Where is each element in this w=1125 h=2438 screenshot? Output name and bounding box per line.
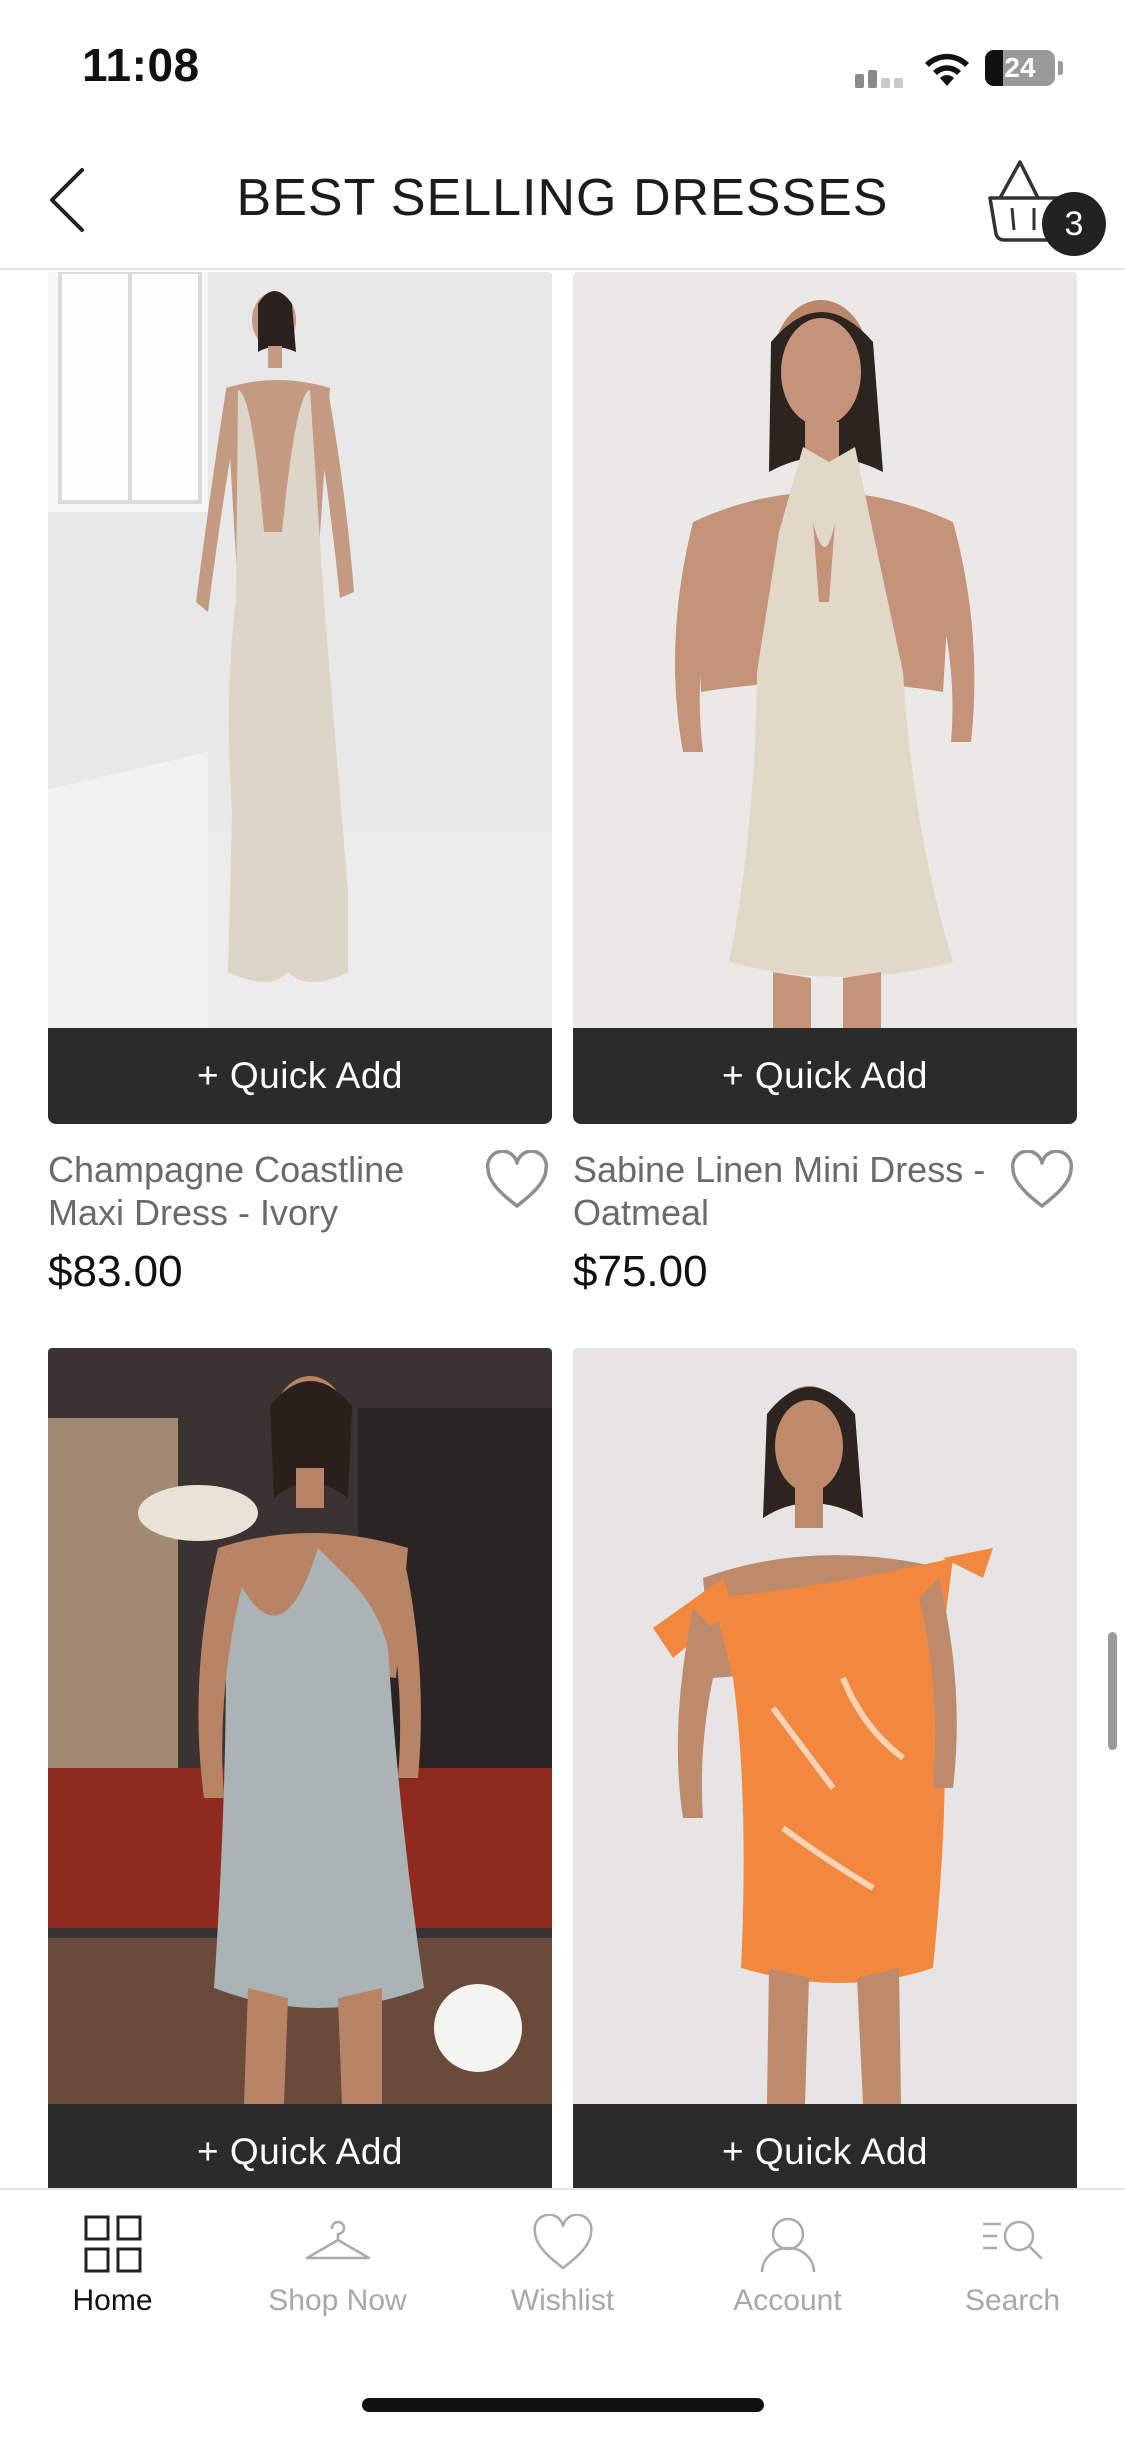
product-name[interactable]: Champagne Coastline Maxi Dress - Ivory xyxy=(48,1148,468,1234)
person-icon xyxy=(760,2217,815,2273)
hanger-icon xyxy=(305,2220,370,2260)
product-grid: + Quick Add Champagne Coastline Maxi Dre… xyxy=(0,270,1125,2188)
wifi-icon xyxy=(925,53,969,86)
heart-icon xyxy=(532,2214,593,2270)
quick-add-button[interactable]: + Quick Add xyxy=(573,1028,1077,1124)
product-card[interactable]: + Quick Add xyxy=(48,1348,552,2188)
tab-label: Home xyxy=(72,2284,153,2317)
tab-label: Search xyxy=(964,2284,1061,2317)
battery-icon: 24 xyxy=(985,50,1063,86)
quick-add-button[interactable]: + Quick Add xyxy=(573,2104,1077,2188)
page-title: BEST SELLING DRESSES xyxy=(236,169,889,227)
tab-search[interactable]: Search xyxy=(900,2214,1125,2354)
home-indicator xyxy=(362,2398,764,2412)
search-list-icon xyxy=(982,2220,1042,2260)
product-card[interactable]: + Quick Add Champagne Coastline Maxi Dre… xyxy=(48,272,552,1302)
quick-add-button[interactable]: + Quick Add xyxy=(48,2104,552,2188)
cellular-signal-icon xyxy=(855,70,903,88)
scrollbar[interactable] xyxy=(1108,1632,1117,1750)
tab-label: Account xyxy=(733,2284,842,2317)
tab-home[interactable]: Home xyxy=(0,2214,225,2354)
tab-account[interactable]: Account xyxy=(675,2214,900,2354)
chevron-left-icon xyxy=(50,168,84,232)
nav-header: BEST SELLING DRESSES 3 xyxy=(0,140,1125,270)
product-price: $75.00 xyxy=(573,1247,708,1296)
battery-level: 24 xyxy=(1004,52,1036,83)
heart-outline-icon xyxy=(1010,1149,1074,1208)
status-icons: 24 xyxy=(825,0,1125,140)
heart-outline-icon xyxy=(485,1149,549,1208)
quick-add-button[interactable]: + Quick Add xyxy=(48,1028,552,1124)
product-card[interactable]: + Quick Add xyxy=(573,1348,1077,2188)
tab-wishlist[interactable]: Wishlist xyxy=(450,2214,675,2354)
wishlist-button[interactable] xyxy=(484,1149,550,1212)
product-image[interactable] xyxy=(573,272,1077,1028)
product-card[interactable]: + Quick Add Sabine Linen Mini Dress - Oa… xyxy=(573,272,1077,1302)
wishlist-button[interactable] xyxy=(1009,1149,1075,1212)
product-name[interactable]: Sabine Linen Mini Dress - Oatmeal xyxy=(573,1148,993,1234)
product-price: $83.00 xyxy=(48,1247,183,1296)
product-image[interactable] xyxy=(48,272,552,1028)
product-image[interactable] xyxy=(48,1348,552,2104)
cart-count-badge: 3 xyxy=(1042,192,1106,256)
tab-shop-now[interactable]: Shop Now xyxy=(225,2214,450,2354)
status-time: 11:08 xyxy=(82,39,200,91)
back-button[interactable] xyxy=(40,160,120,240)
grid-icon xyxy=(84,2215,141,2273)
tab-label: Wishlist xyxy=(510,2284,615,2317)
tab-label: Shop Now xyxy=(268,2284,407,2317)
status-bar: 11:08 24 xyxy=(0,0,1125,140)
product-image[interactable] xyxy=(573,1348,1077,2104)
